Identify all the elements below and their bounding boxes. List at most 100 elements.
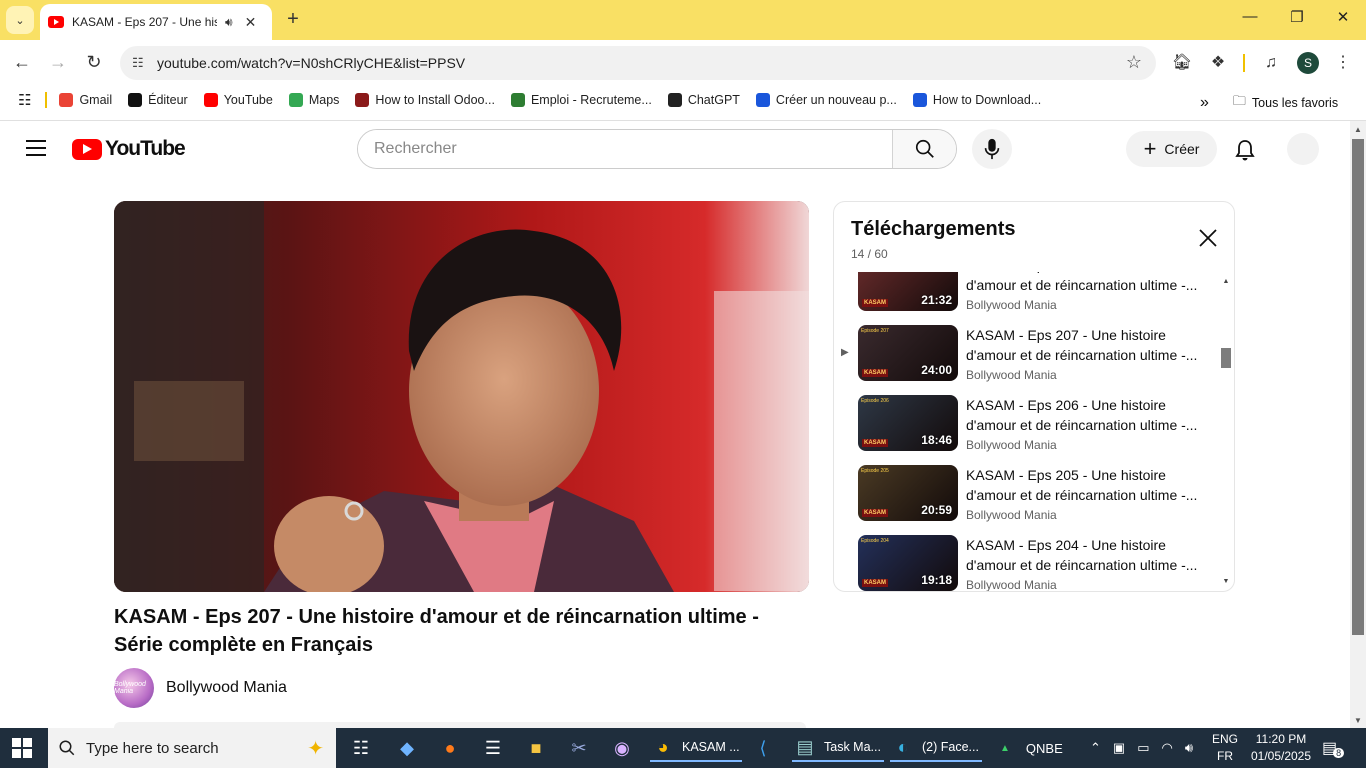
scroll-up-arrow-icon[interactable]: ▲ [1350, 123, 1366, 137]
playlist-scrollbar-thumb[interactable] [1221, 348, 1231, 368]
taskbar-chrome-app[interactable]: ◕ KASAM ... [650, 734, 742, 762]
playlist-item[interactable]: Episode 204 KASAM 19:18 KASAM - Eps 204 - U… [834, 535, 1219, 591]
taskbar-app-label: KASAM ... [682, 740, 740, 754]
bookmark-item[interactable]: Emploi - Recruteme... [510, 93, 652, 107]
tab-search-button[interactable]: ⌄ [6, 6, 34, 34]
scroll-up-arrow-icon[interactable]: ▲ [1220, 278, 1232, 285]
create-button[interactable]: + Créer [1126, 131, 1217, 167]
bookmark-item[interactable]: ChatGPT [667, 93, 740, 107]
taskbar-edge-app[interactable]: ◐ (2) Face... [890, 734, 982, 762]
bookmark-star-icon[interactable]: ☆ [1126, 52, 1142, 73]
all-bookmarks-folder[interactable]: 🗀 Tous les favoris [1233, 92, 1338, 114]
playlist-close-button[interactable] [1196, 226, 1220, 250]
playlist-item[interactable]: Episode 206 KASAM 18:46 KASAM - Eps 206 - U… [834, 395, 1219, 457]
media-control-icon[interactable]: ♫ [1260, 52, 1282, 74]
restore-icon[interactable]: ❐ [1285, 8, 1309, 26]
bookmark-item[interactable]: Gmail [59, 93, 112, 107]
playlist-item-channel: Bollywood Mania [966, 298, 1057, 312]
playlist-scrollbar[interactable]: ▲ ▼ [1219, 272, 1233, 591]
show-hidden-icons-chevron-icon[interactable]: ⌃ [1090, 740, 1101, 756]
bookmark-item[interactable]: Éditeur [128, 93, 188, 107]
channel-avatar[interactable]: Bollywood Mania [114, 668, 154, 708]
meet-now-icon[interactable]: ▣ [1113, 740, 1125, 756]
task-view-button[interactable]: ☷ [348, 734, 374, 762]
close-tab-icon[interactable]: ✕ [245, 14, 257, 31]
bookmark-favicon-icon [203, 93, 218, 107]
site-settings-icon[interactable]: ☷ [132, 55, 148, 71]
bookmark-favicon-icon [912, 93, 927, 107]
notification-center-button[interactable]: ▤ 8 [1322, 728, 1345, 768]
playlist-item[interactable]: Episode 208KASAM21:32KASAM - Eps 208 - U… [834, 272, 1219, 317]
youtube-header: YouTube + Créer [0, 121, 1350, 177]
taskbar-search-box[interactable]: Type here to search ✦ [48, 728, 336, 768]
bookmark-item[interactable]: Maps [288, 93, 339, 107]
taskbar-task-manager-app[interactable]: ▤ Task Ma... [792, 734, 884, 762]
all-bookmarks-label: Tous les favoris [1251, 96, 1339, 110]
playlist-item-current[interactable]: ▶ Episode 207 KASAM 24:00 KASAM - Eps 207 - … [834, 325, 1219, 387]
channel-name[interactable]: Bollywood Mania [166, 679, 287, 697]
search-button[interactable] [892, 130, 956, 168]
guide-menu-icon[interactable] [26, 140, 46, 156]
weather-text: QNBE [1025, 740, 1063, 756]
apps-grid-icon[interactable]: ☷ [18, 91, 31, 109]
language-code: ENG [1212, 732, 1239, 746]
language-indicator[interactable]: ENG FR [1212, 728, 1238, 768]
forward-button[interactable]: → [46, 50, 70, 74]
playlist-item[interactable]: Episode 205 KASAM 20:59 KASAM - Eps 205 - U… [834, 465, 1219, 527]
page-scrollbar-thumb[interactable] [1352, 139, 1364, 635]
system-tray-icons: ⌃ ▣ ▭ ◠ 🔊︎ [1090, 728, 1193, 768]
weather-widget[interactable]: ▲ QNBE [1000, 728, 1063, 768]
bookmark-favicon-icon [59, 93, 74, 107]
speaker-icon[interactable]: 🔊︎ [225, 15, 233, 30]
scroll-down-arrow-icon[interactable]: ▼ [1350, 714, 1366, 728]
browser-tab-active[interactable]: KASAM - Eps 207 - Une histoire 🔊︎ ✕ [40, 4, 272, 40]
profile-avatar[interactable]: S [1297, 52, 1319, 74]
playlist-thumbnail[interactable]: Episode 204 KASAM 19:18 [858, 535, 958, 591]
account-avatar[interactable] [1287, 133, 1319, 165]
clock[interactable]: 11:20 PM 01/05/2025 [1250, 728, 1312, 768]
wifi-icon[interactable]: ◠ [1162, 740, 1173, 756]
minimize-icon[interactable]: — [1238, 8, 1262, 25]
bookmark-item[interactable]: YouTube [203, 93, 273, 107]
youtube-logo[interactable]: YouTube [72, 137, 186, 161]
bookmark-item[interactable]: How to Download... [912, 93, 1041, 107]
reload-button[interactable]: ↻ [82, 50, 106, 74]
windows-start-icon[interactable] [12, 738, 32, 758]
playlist-thumbnail[interactable]: Episode 208KASAM21:32 [858, 272, 958, 311]
file-explorer-button[interactable]: ■ [523, 734, 549, 762]
close-window-icon[interactable]: ✕ [1331, 8, 1355, 26]
bookmarks-right: » 🗀 Tous les favoris [1200, 92, 1338, 114]
bookmark-item[interactable]: How to Install Odoo... [355, 93, 495, 107]
playlist-title[interactable]: Téléchargements [851, 218, 1016, 241]
scroll-down-arrow-icon[interactable]: ▼ [1220, 578, 1232, 585]
more-bookmarks-button[interactable]: » [1200, 94, 1209, 112]
playlist-thumbnail[interactable]: Episode 205 KASAM 20:59 [858, 465, 958, 521]
copilot-button[interactable]: ◆ [394, 734, 420, 762]
extensions-icon[interactable]: ❖ [1207, 52, 1229, 74]
page-scrollbar[interactable]: ▲ ▼ [1350, 121, 1366, 728]
media-app-button[interactable]: ◉ [609, 734, 635, 762]
snipping-tool-button[interactable]: ✂ [566, 734, 592, 762]
video-player[interactable] [114, 201, 809, 592]
battery-icon[interactable]: ▭ [1137, 740, 1149, 756]
search-input[interactable] [358, 130, 892, 168]
video-editor-button[interactable]: ☰ [480, 734, 506, 762]
playlist-item-title-line: d'amour et de réincarnation ultime -... [966, 277, 1198, 293]
notifications-button[interactable] [1232, 137, 1258, 163]
bookmark-item[interactable]: Créer un nouveau p... [755, 93, 897, 107]
address-bar[interactable]: ☷ youtube.com/watch?v=N0shCRlyCHE&list=P… [120, 46, 1156, 80]
back-button[interactable]: ← [10, 50, 34, 74]
search-bar [357, 129, 957, 169]
incognito-icon[interactable]: 🏠︎ [1171, 52, 1193, 74]
vscode-button[interactable]: ⟨ [750, 734, 776, 762]
firefox-button[interactable]: ● [437, 734, 463, 762]
playlist-thumbnail[interactable]: Episode 206 KASAM 18:46 [858, 395, 958, 451]
new-tab-button[interactable]: + [282, 8, 304, 30]
playlist-item-channel: Bollywood Mania [966, 368, 1057, 382]
voice-search-button[interactable] [972, 129, 1012, 169]
playlist-item-title-line: d'amour et de réincarnation ultime -... [966, 487, 1198, 503]
menu-kebab-icon[interactable]: ⋮ [1332, 52, 1354, 74]
tab-strip: ⌄ KASAM - Eps 207 - Une histoire 🔊︎ ✕ + … [0, 0, 1366, 40]
playlist-thumbnail[interactable]: Episode 207 KASAM 24:00 [858, 325, 958, 381]
volume-icon[interactable]: 🔊︎ [1185, 740, 1193, 756]
